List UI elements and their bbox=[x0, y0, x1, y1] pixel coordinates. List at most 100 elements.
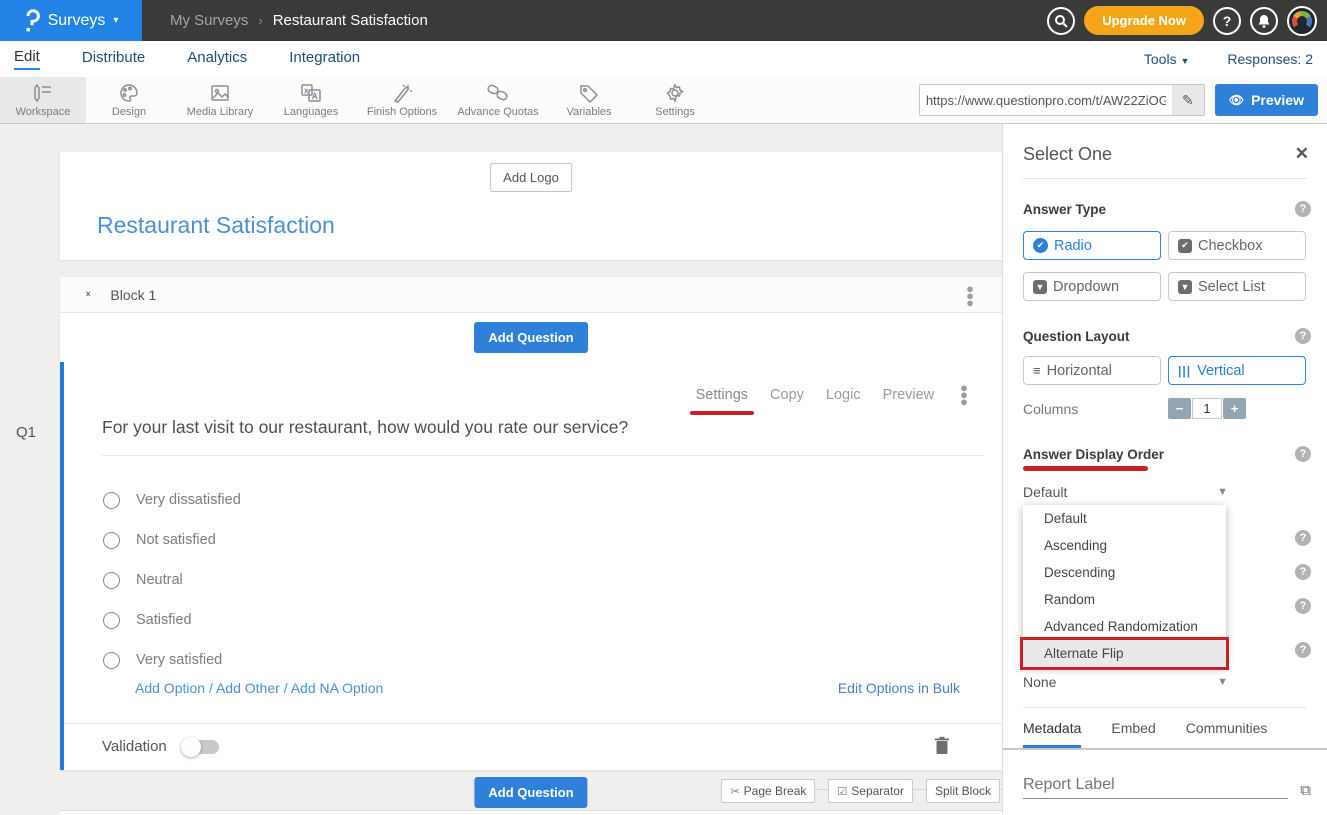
answer-display-order-help-icon[interactable]: ? bbox=[1295, 446, 1311, 462]
question-card: Settings Copy Logic Preview ●●● For your… bbox=[60, 362, 1002, 770]
dropdown-item-alternate-flip[interactable]: Alternate Flip bbox=[1023, 640, 1226, 667]
help-icon[interactable]: ? bbox=[1213, 7, 1241, 35]
toolbar-item-media-library[interactable]: Media Library bbox=[172, 77, 268, 123]
columns-plus-button[interactable]: + bbox=[1223, 398, 1246, 419]
layout-vertical-button[interactable]: |||Vertical bbox=[1168, 356, 1306, 385]
split-block-button[interactable]: Split Block bbox=[926, 779, 1000, 803]
user-avatar[interactable] bbox=[1287, 6, 1317, 36]
display-order-dropdown: Default Ascending Descending Random Adva… bbox=[1023, 505, 1226, 667]
close-panel-icon[interactable]: ✕ bbox=[1295, 144, 1309, 164]
dropdown-item-descending[interactable]: Descending bbox=[1023, 559, 1226, 586]
block-name[interactable]: Block 1 bbox=[110, 287, 156, 303]
chevron-down-icon: ▼ bbox=[1217, 676, 1228, 688]
workspace-icon bbox=[32, 83, 54, 103]
answer-type-dropdown-button[interactable]: ▼Dropdown bbox=[1023, 272, 1161, 301]
survey-title[interactable]: Restaurant Satisfaction bbox=[97, 212, 335, 239]
question-tab-settings[interactable]: Settings bbox=[696, 387, 748, 403]
tab-distribute[interactable]: Distribute bbox=[82, 49, 145, 69]
question-layout-label: Question Layout bbox=[1023, 329, 1130, 344]
search-icon[interactable] bbox=[1047, 7, 1075, 35]
vertical-bars-icon: ||| bbox=[1178, 364, 1191, 378]
radio-button-icon[interactable] bbox=[103, 612, 120, 629]
question-tab-logic[interactable]: Logic bbox=[826, 387, 861, 403]
dropdown-item-ascending[interactable]: Ascending bbox=[1023, 532, 1226, 559]
image-icon bbox=[209, 83, 231, 103]
add-logo-button[interactable]: Add Logo bbox=[490, 163, 572, 192]
validation-toggle[interactable] bbox=[183, 740, 219, 754]
hidden-setting-help-icon[interactable]: ? bbox=[1295, 642, 1311, 658]
dropdown-arrow-icon: ▼ bbox=[1178, 280, 1192, 294]
tab-edit[interactable]: Edit bbox=[14, 48, 40, 70]
svg-text:A: A bbox=[312, 92, 318, 101]
expand-icon[interactable]: ⧉ bbox=[1300, 782, 1311, 799]
answer-type-radio-button[interactable]: ✔Radio bbox=[1023, 231, 1161, 260]
page-break-button[interactable]: ✂Page Break bbox=[721, 779, 815, 803]
add-question-button-top[interactable]: Add Question bbox=[474, 322, 587, 353]
columns-value-input[interactable] bbox=[1192, 398, 1222, 419]
radio-button-icon[interactable] bbox=[103, 532, 120, 549]
block-menu-icon[interactable]: ●●● bbox=[966, 285, 974, 306]
answer-option-row: Very satisfied bbox=[103, 640, 241, 680]
radio-button-icon[interactable] bbox=[103, 492, 120, 509]
toolbar-item-settings[interactable]: Settings bbox=[632, 77, 718, 123]
survey-url-box: ✎ bbox=[919, 84, 1205, 116]
preview-button[interactable]: 👁 Preview bbox=[1215, 84, 1318, 116]
dropdown-item-default[interactable]: Default bbox=[1023, 505, 1226, 532]
hidden-setting-help-icon[interactable]: ? bbox=[1295, 564, 1311, 580]
notifications-bell-icon[interactable] bbox=[1250, 7, 1278, 35]
breadcrumb-my-surveys[interactable]: My Surveys bbox=[170, 12, 248, 29]
toolbar-item-variables[interactable]: Variables bbox=[546, 77, 632, 123]
answer-type-label: Answer Type bbox=[1023, 202, 1106, 217]
delete-question-trash-icon[interactable] bbox=[934, 736, 950, 760]
edit-options-in-bulk-link[interactable]: Edit Options in Bulk bbox=[838, 680, 960, 696]
toolbar-item-workspace[interactable]: Workspace bbox=[0, 77, 86, 123]
toolbar-item-advance-quotas[interactable]: Advance Quotas bbox=[450, 77, 546, 123]
tools-dropdown[interactable]: Tools ▼ bbox=[1144, 51, 1190, 67]
toolbar-item-languages[interactable]: xA Languages bbox=[268, 77, 354, 123]
add-option-link[interactable]: Add Option bbox=[135, 680, 205, 696]
question-menu-icon[interactable]: ●●● bbox=[960, 384, 968, 405]
answer-type-help-icon[interactable]: ? bbox=[1295, 201, 1311, 217]
add-na-option-link[interactable]: Add NA Option bbox=[291, 680, 384, 696]
radio-button-icon[interactable] bbox=[103, 572, 120, 589]
columns-minus-button[interactable]: − bbox=[1168, 398, 1191, 419]
answer-type-select-list-button[interactable]: ▼Select List bbox=[1168, 272, 1306, 301]
survey-nav: Edit Distribute Analytics Integration To… bbox=[0, 41, 1327, 77]
question-tab-copy[interactable]: Copy bbox=[770, 387, 804, 403]
radio-check-icon: ✔ bbox=[1033, 238, 1048, 253]
edit-toolbar: Workspace Design Media Library xA Langua… bbox=[0, 77, 1327, 124]
tab-communities[interactable]: Communities bbox=[1186, 720, 1268, 748]
report-label-input[interactable] bbox=[1023, 772, 1288, 799]
red-annotation-underline bbox=[1023, 466, 1148, 471]
add-other-link[interactable]: Add Other bbox=[216, 680, 280, 696]
survey-url-input[interactable] bbox=[920, 93, 1172, 108]
tab-metadata[interactable]: Metadata bbox=[1023, 720, 1081, 748]
tab-analytics[interactable]: Analytics bbox=[187, 49, 247, 69]
dropdown-arrow-icon: ▼ bbox=[1033, 280, 1047, 294]
collapse-block-icon[interactable]: ⌄⌃ bbox=[84, 288, 92, 302]
question-tab-preview[interactable]: Preview bbox=[883, 387, 935, 403]
edit-url-pencil-icon[interactable]: ✎ bbox=[1172, 85, 1204, 115]
toolbar-item-design[interactable]: Design bbox=[86, 77, 172, 123]
answer-display-order-select[interactable]: Default ▼ bbox=[1023, 484, 1228, 500]
upgrade-now-button[interactable]: Upgrade Now bbox=[1084, 6, 1204, 35]
top-bar: Surveys ▾ My Surveys › Restaurant Satisf… bbox=[0, 0, 1327, 41]
separator-button[interactable]: ☑Separator bbox=[828, 779, 913, 803]
add-question-button-bottom[interactable]: Add Question bbox=[474, 777, 587, 808]
tab-integration[interactable]: Integration bbox=[289, 49, 360, 69]
tab-embed[interactable]: Embed bbox=[1111, 720, 1155, 748]
responses-count[interactable]: Responses: 2 bbox=[1227, 51, 1313, 67]
hidden-setting-help-icon[interactable]: ? bbox=[1295, 598, 1311, 614]
toolbar-item-finish-options[interactable]: Finish Options bbox=[354, 77, 450, 123]
dropdown-item-random[interactable]: Random bbox=[1023, 586, 1226, 613]
metadata-tab-bar: Metadata Embed Communities bbox=[1023, 720, 1327, 748]
layout-horizontal-button[interactable]: ≡Horizontal bbox=[1023, 356, 1161, 385]
question-layout-help-icon[interactable]: ? bbox=[1295, 328, 1311, 344]
hidden-setting-help-icon[interactable]: ? bbox=[1295, 530, 1311, 546]
dropdown-item-advanced-randomization[interactable]: Advanced Randomization bbox=[1023, 613, 1226, 640]
app-logo-menu[interactable]: Surveys ▾ bbox=[0, 0, 142, 41]
answer-type-checkbox-button[interactable]: ✔Checkbox bbox=[1168, 231, 1306, 260]
none-select[interactable]: None ▼ bbox=[1023, 674, 1228, 690]
radio-button-icon[interactable] bbox=[103, 652, 120, 669]
question-text[interactable]: For your last visit to our restaurant, h… bbox=[102, 417, 628, 438]
